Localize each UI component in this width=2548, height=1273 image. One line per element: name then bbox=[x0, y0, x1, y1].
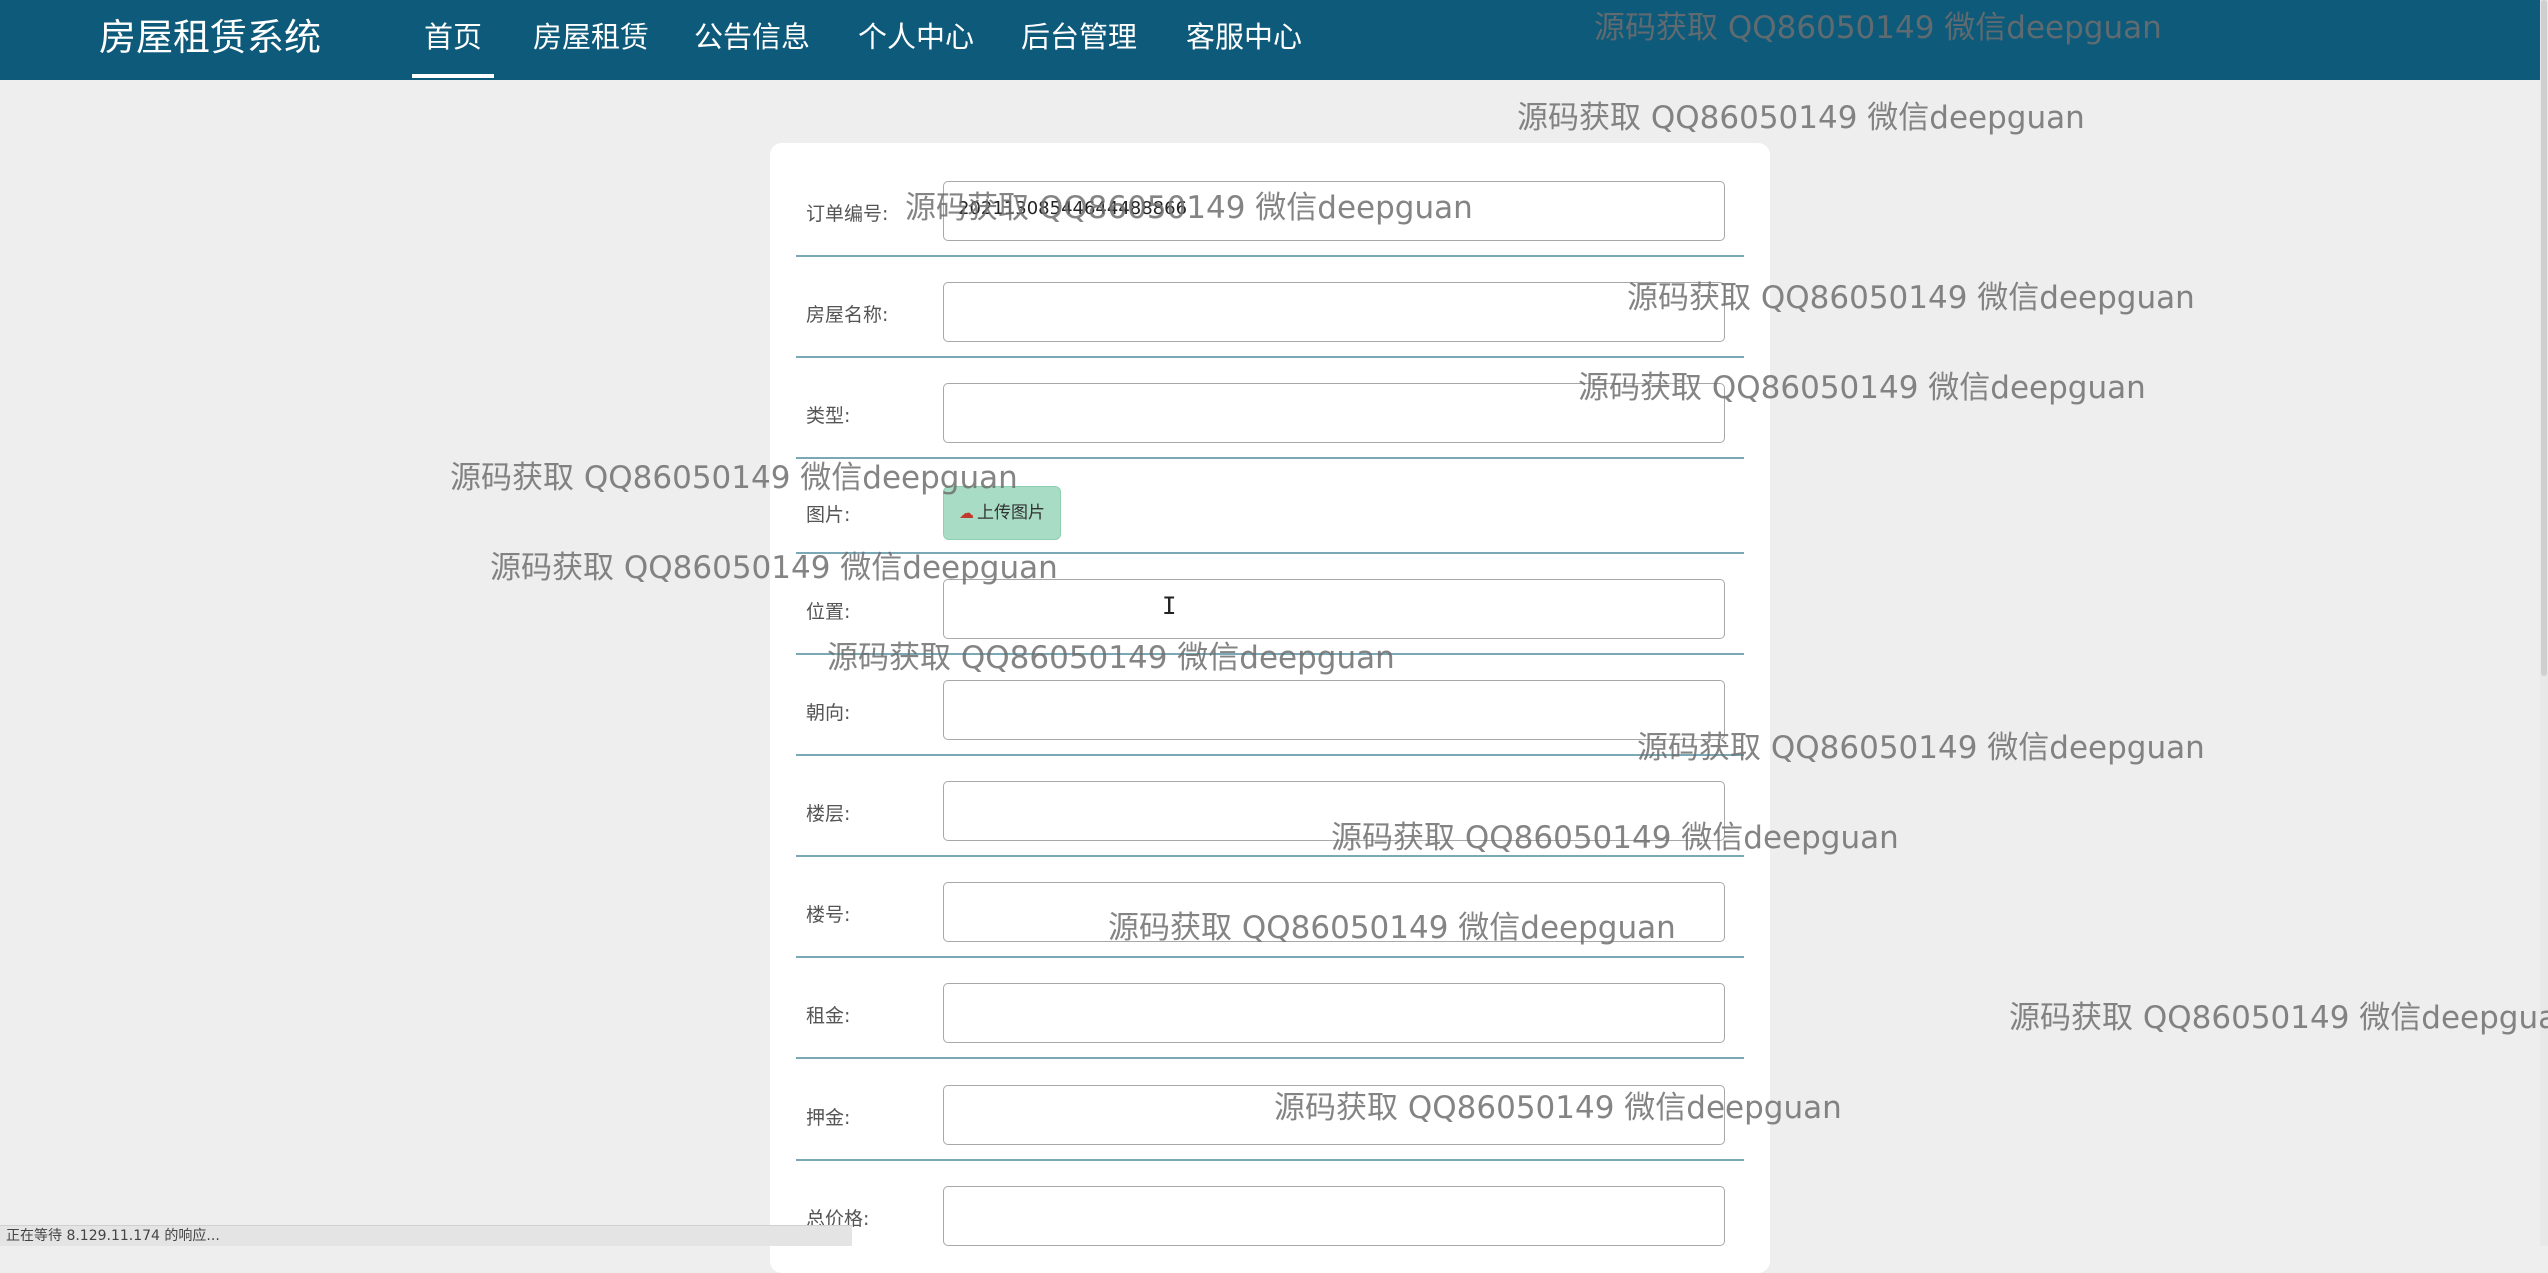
row-divider bbox=[796, 552, 1744, 554]
upload-image-button[interactable]: ☁ 上传图片 bbox=[943, 486, 1061, 540]
row-divider bbox=[796, 855, 1744, 857]
house-name-label: 房屋名称: bbox=[806, 304, 889, 326]
building-no-input[interactable] bbox=[943, 882, 1725, 942]
nav-item-personal-center[interactable]: 个人中心 bbox=[858, 0, 974, 76]
watermark-text: 源码获取 QQ86050149 微信deepguan bbox=[1517, 100, 2085, 136]
row-divider bbox=[796, 754, 1744, 756]
browser-status-bar: 正在等待 8.129.11.174 的响应... bbox=[0, 1225, 852, 1246]
nav-item-house-rental[interactable]: 房屋租赁 bbox=[533, 0, 649, 76]
order-no-input[interactable]: 20211308544644488866 bbox=[943, 181, 1725, 241]
location-input[interactable] bbox=[943, 579, 1725, 639]
cloud-upload-icon: ☁ bbox=[959, 504, 974, 522]
type-input[interactable] bbox=[943, 383, 1725, 443]
floor-input[interactable] bbox=[943, 781, 1725, 841]
building-no-label: 楼号: bbox=[806, 904, 851, 926]
nav-item-home[interactable]: 首页 bbox=[411, 0, 495, 78]
rent-input[interactable] bbox=[943, 983, 1725, 1043]
orientation-label: 朝向: bbox=[806, 702, 851, 724]
rent-label: 租金: bbox=[806, 1005, 851, 1027]
nav-item-announcements[interactable]: 公告信息 bbox=[694, 0, 810, 76]
deposit-label: 押金: bbox=[806, 1107, 851, 1129]
floor-label: 楼层: bbox=[806, 803, 851, 825]
text-cursor-icon: I bbox=[1162, 592, 1177, 620]
deposit-input[interactable] bbox=[943, 1085, 1725, 1145]
nav-item-customer-service[interactable]: 客服中心 bbox=[1186, 0, 1302, 76]
row-divider bbox=[796, 1057, 1744, 1059]
order-no-value: 20211308544644488866 bbox=[958, 198, 1188, 219]
image-label: 图片: bbox=[806, 504, 851, 526]
nav-item-admin[interactable]: 后台管理 bbox=[1021, 0, 1137, 76]
order-no-label: 订单编号: bbox=[806, 203, 889, 225]
row-divider bbox=[796, 356, 1744, 358]
site-brand[interactable]: 房屋租赁系统 bbox=[99, 0, 321, 76]
row-divider bbox=[796, 956, 1744, 958]
watermark-text: 源码获取 QQ86050149 微信deepguan bbox=[2009, 1000, 2548, 1036]
upload-image-label: 上传图片 bbox=[977, 503, 1045, 523]
house-name-input[interactable] bbox=[943, 282, 1725, 342]
page-scrollbar-thumb[interactable] bbox=[2541, 0, 2547, 676]
orientation-input[interactable] bbox=[943, 680, 1725, 740]
total-price-input[interactable] bbox=[943, 1186, 1725, 1246]
location-label: 位置: bbox=[806, 601, 851, 623]
row-divider bbox=[796, 653, 1744, 655]
row-divider bbox=[796, 255, 1744, 257]
row-divider bbox=[796, 457, 1744, 459]
type-label: 类型: bbox=[806, 405, 851, 427]
row-divider bbox=[796, 1159, 1744, 1161]
top-navbar: 房屋租赁系统 首页 房屋租赁 公告信息 个人中心 后台管理 客服中心 bbox=[0, 0, 2540, 80]
